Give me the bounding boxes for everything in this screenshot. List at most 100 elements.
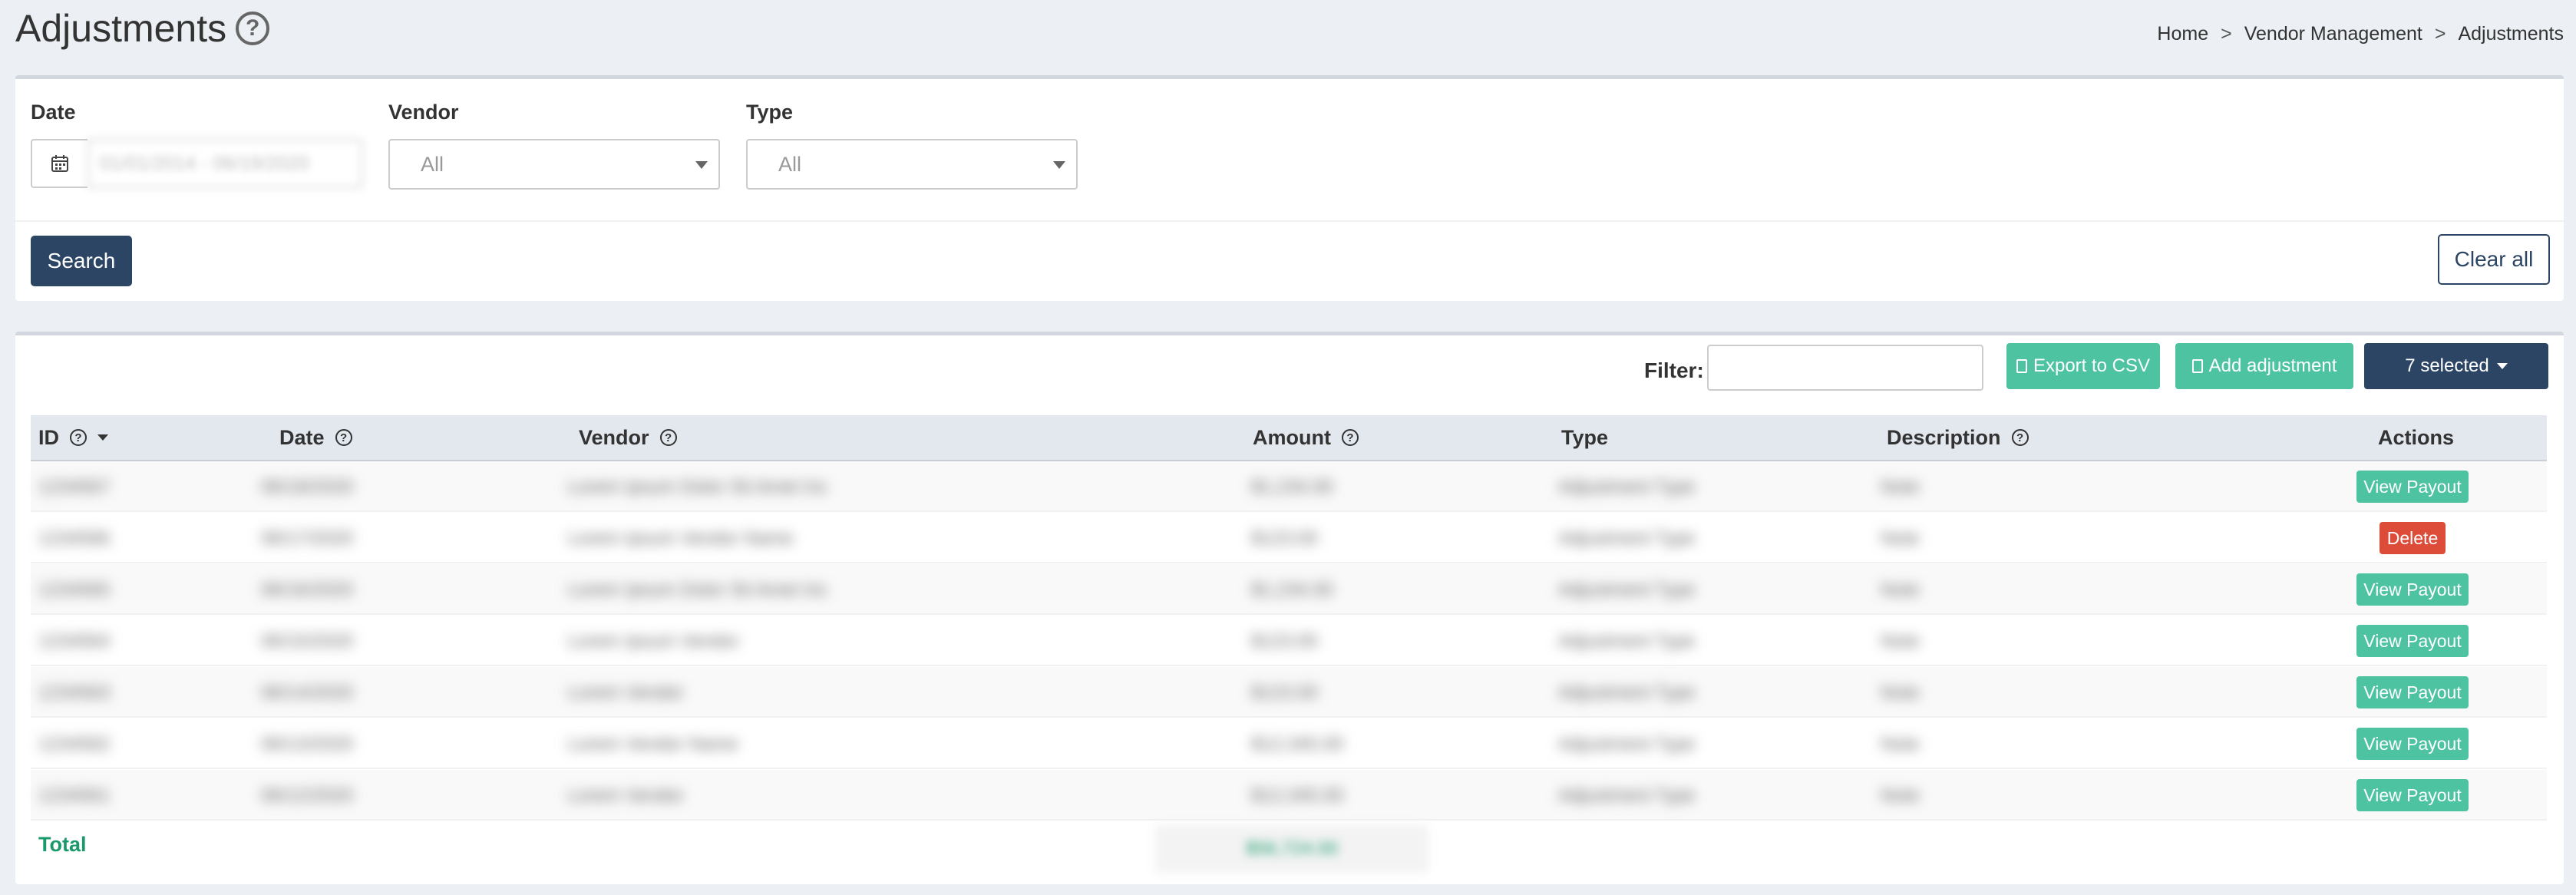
question-icon[interactable]: ?: [1341, 429, 1359, 446]
cell-id: 1234562: [38, 734, 111, 755]
cell-id: 1234566: [38, 528, 111, 549]
column-select-button[interactable]: 7 selected: [2364, 343, 2548, 389]
page-title-text: Adjustments: [15, 7, 227, 50]
cell-amount: $123.00: [1251, 682, 1318, 703]
calendar-icon[interactable]: [31, 139, 88, 188]
breadcrumb-adjustments: Adjustments: [2458, 23, 2564, 45]
table-row-cells: 1234564 06/15/2020 Lorem Ipsum Vendor $123.…: [31, 616, 1993, 665]
vendor-select[interactable]: All: [388, 139, 720, 190]
divider: [15, 220, 2564, 222]
cell-description: Note: [1881, 785, 1920, 806]
question-icon[interactable]: ?: [70, 429, 87, 446]
date-label: Date: [31, 101, 76, 124]
column-header-amount[interactable]: Amount ?: [1253, 415, 1359, 460]
view-payout-button[interactable]: View Payout: [2356, 779, 2469, 811]
table-row-cells: 1234567 06/18/2020 Lorem Ipsum Dolor Sit A…: [31, 461, 1993, 510]
file-excel-icon: [2016, 359, 2027, 373]
breadcrumb-home[interactable]: Home: [2157, 23, 2208, 45]
cell-type: Adjustment Type: [1558, 477, 1696, 497]
sort-desc-icon: [97, 434, 108, 441]
question-icon[interactable]: ?: [335, 429, 352, 446]
filter-input[interactable]: [1707, 345, 1983, 391]
breadcrumb-separator: >: [2221, 23, 2232, 45]
view-payout-button[interactable]: View Payout: [2356, 676, 2469, 708]
date-range-picker[interactable]: 01/01/2014 - 06/19/2020: [31, 139, 362, 188]
filter-label: Filter:: [1644, 358, 1704, 382]
cell-date: 06/13/2020: [261, 734, 354, 755]
column-header-label: ID: [38, 425, 59, 449]
cell-id: 1234563: [38, 682, 111, 703]
table-row: 1234564 06/15/2020 Lorem Ipsum Vendor $123.…: [31, 616, 2547, 666]
cell-vendor: Lorem Ipsum Vendor Name: [568, 528, 794, 549]
search-button[interactable]: Search: [31, 236, 132, 286]
cell-amount: $123.00: [1251, 631, 1318, 652]
cell-date: 06/17/2020: [261, 528, 354, 549]
breadcrumb: Home > Vendor Management > Adjustments: [2157, 23, 2564, 45]
type-select[interactable]: All: [746, 139, 1078, 190]
column-header-label: Type: [1561, 425, 1609, 449]
view-payout-button[interactable]: View Payout: [2356, 471, 2469, 503]
table-row: 1234566 06/17/2020 Lorem Ipsum Vendor Name…: [31, 513, 2547, 563]
clear-all-button[interactable]: Clear all: [2438, 234, 2550, 285]
column-header-type[interactable]: Type: [1561, 415, 1608, 460]
cell-type: Adjustment Type: [1558, 528, 1696, 549]
cell-type: Adjustment Type: [1558, 682, 1696, 703]
cell-vendor: Lorem Vendor Name: [568, 734, 738, 755]
cell-description: Note: [1881, 631, 1920, 652]
column-header-label: Date: [279, 425, 325, 449]
table-row: 1234565 06/16/2020 Lorem Ipsum Dolor Sit A…: [31, 564, 2547, 615]
filter-panel: Date 01/01/2014 - 06/19/2020 Vendor All …: [15, 75, 2564, 301]
export-csv-button[interactable]: Export to CSV: [2006, 343, 2160, 389]
delete-button[interactable]: Delete: [2379, 522, 2446, 554]
cell-description: Note: [1881, 580, 1920, 600]
question-icon[interactable]: ?: [2011, 429, 2029, 446]
cell-date: 06/15/2020: [261, 631, 354, 652]
cell-amount: $12,345.00: [1251, 734, 1344, 755]
table-row: 1234563 06/14/2020 Lorem Vendor $123.00 Adju…: [31, 667, 2547, 718]
cell-id: 1234564: [38, 631, 111, 652]
table-row: 1234561 06/12/2020 Lorem Vendor $12,345.00 A…: [31, 770, 2547, 821]
vendor-label: Vendor: [388, 101, 459, 124]
adjustments-table-panel: Filter: Export to CSV Add adjustment 7 s…: [15, 332, 2564, 884]
cell-amount: $12,345.00: [1251, 785, 1344, 806]
view-payout-button[interactable]: View Payout: [2356, 573, 2469, 606]
view-payout-button[interactable]: View Payout: [2356, 625, 2469, 657]
cell-id: 1234565: [38, 580, 111, 600]
type-label: Type: [746, 101, 794, 124]
breadcrumb-vendor-management[interactable]: Vendor Management: [2244, 23, 2422, 45]
cell-type: Adjustment Type: [1558, 580, 1696, 600]
cell-vendor: Lorem Ipsum Dolor Sit Amet Inc: [568, 580, 828, 600]
date-range-input[interactable]: 01/01/2014 - 06/19/2020: [88, 139, 362, 188]
cell-date: 06/14/2020: [261, 682, 354, 703]
cell-id: 1234567: [38, 477, 111, 497]
cell-date: 06/16/2020: [261, 580, 354, 600]
add-adjustment-button[interactable]: Add adjustment: [2175, 343, 2353, 389]
column-header-vendor[interactable]: Vendor ?: [579, 415, 677, 460]
caret-down-icon: [2496, 363, 2508, 369]
table-header: ID ? Date ? Vendor ? Amount ? Type Descr…: [31, 415, 2547, 461]
vendor-select-value: All: [421, 152, 444, 176]
question-icon[interactable]: ?: [659, 429, 677, 446]
cell-type: Adjustment Type: [1558, 631, 1696, 652]
cell-type: Adjustment Type: [1558, 734, 1696, 755]
column-header-actions: Actions: [2378, 415, 2454, 460]
type-select-value: All: [778, 152, 802, 176]
table-row-cells: 1234565 06/16/2020 Lorem Ipsum Dolor Sit A…: [31, 564, 1993, 613]
cell-type: Adjustment Type: [1558, 785, 1696, 806]
column-header-date[interactable]: Date ?: [279, 415, 352, 460]
cell-amount: $1,234.00: [1251, 477, 1333, 497]
table-row-cells: 1234562 06/13/2020 Lorem Vendor Name $12,34…: [31, 718, 1993, 768]
column-header-id[interactable]: ID ?: [38, 415, 108, 460]
total-amount: $56,724.00: [1155, 825, 1428, 873]
column-header-label: Description: [1887, 425, 2001, 449]
cell-vendor: Lorem Vendor: [568, 785, 684, 806]
cell-date: 06/12/2020: [261, 785, 354, 806]
table-row: 1234562 06/13/2020 Lorem Vendor Name $12,34…: [31, 718, 2547, 769]
column-header-label: Vendor: [579, 425, 649, 449]
cell-date: 06/18/2020: [261, 477, 354, 497]
view-payout-button[interactable]: View Payout: [2356, 728, 2469, 760]
table-row-cells: 1234561 06/12/2020 Lorem Vendor $12,345.00 A…: [31, 770, 1993, 819]
column-header-description[interactable]: Description ?: [1887, 415, 2029, 460]
help-icon[interactable]: ?: [236, 12, 270, 45]
column-header-label: Actions: [2378, 425, 2455, 449]
